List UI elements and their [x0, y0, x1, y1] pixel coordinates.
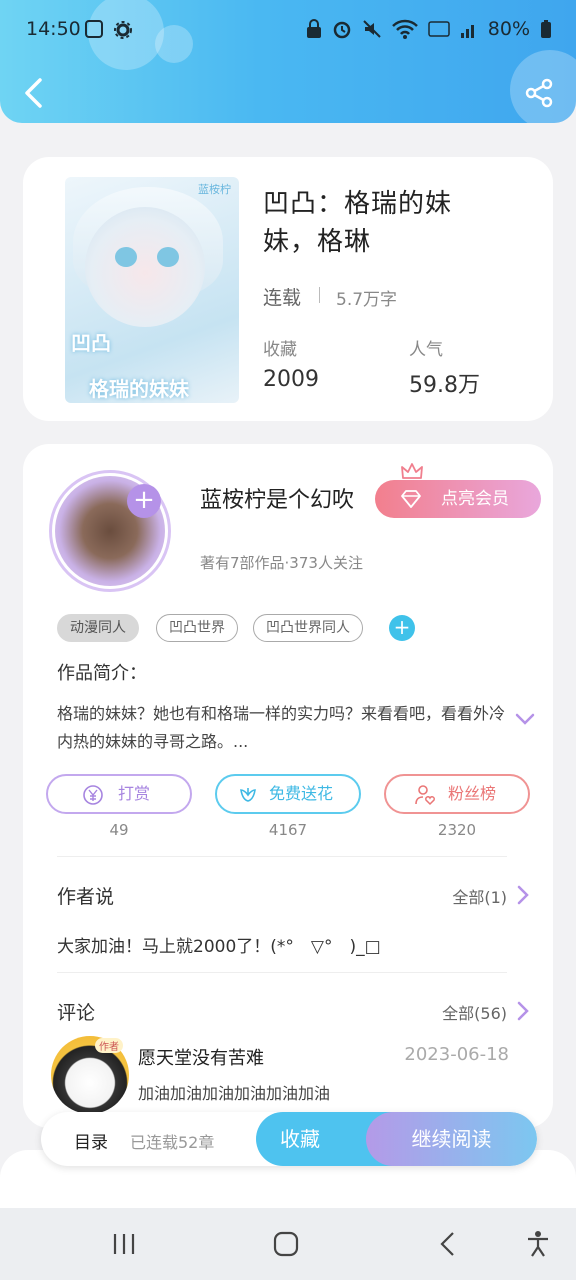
app-header: 14:50 80% [0, 0, 576, 123]
stat-label-favorites: 收藏 [263, 340, 297, 360]
mute-icon [363, 20, 381, 38]
divider [57, 972, 507, 973]
follow-button[interactable]: + [127, 484, 161, 518]
send-flower-button[interactable]: 免费送花 [215, 774, 361, 814]
chevron-down-icon[interactable] [515, 712, 535, 726]
book-title: 凹凸：格瑞的妹妹，格琳 [263, 189, 453, 257]
comments-all-link[interactable]: 全部(56) [442, 1000, 507, 1024]
book-cover[interactable]: 蓝桉柠 凹凸 格瑞的妹妹 [65, 177, 239, 403]
signal-icon [460, 25, 474, 38]
chapter-count[interactable]: 已连载52章 [130, 1129, 214, 1153]
author-says-all-link[interactable]: 全部(1) [452, 884, 507, 908]
system-nav-bar [0, 1208, 576, 1280]
tag-chip[interactable]: 凹凸世界同人 [253, 614, 363, 642]
wifi-icon [391, 19, 418, 39]
cover-eye [157, 247, 179, 267]
tip-button[interactable]: 打赏 [46, 774, 192, 814]
author-name[interactable]: 蓝桉柠是个幻吹 [200, 482, 354, 514]
author-says-text[interactable]: 大家加油！马上就2000了！(*° ▽° )_□ [57, 932, 381, 957]
alarm-icon [333, 21, 351, 39]
flower-icon [240, 788, 256, 802]
gear-icon [114, 21, 132, 39]
continue-reading-button[interactable]: 继续阅读 [366, 1112, 537, 1166]
chevron-right-icon[interactable] [517, 885, 529, 905]
status-time: 14:50 [26, 18, 81, 40]
back-button[interactable] [20, 77, 48, 109]
vip-button[interactable]: 点亮会员 [375, 480, 541, 518]
toc-button[interactable]: 目录 [74, 1128, 108, 1153]
stat-label-popularity: 人气 [409, 340, 443, 360]
fan-count: 2320 [437, 821, 477, 839]
book-status: 连载 [263, 287, 302, 309]
chevron-right-icon[interactable] [517, 1001, 529, 1021]
yen-coin-icon [83, 785, 103, 805]
book-detail-card: + 蓝桉柠是个幻吹 点亮会员 著有7部作品·373人关注 动漫同人 凹凸世界 凹… [23, 444, 553, 1128]
accessibility-icon[interactable] [524, 1230, 552, 1258]
battery-icon [541, 20, 551, 38]
stat-value-popularity: 59.8万 [409, 373, 480, 398]
diamond-icon [401, 490, 421, 508]
cover-eye [115, 247, 137, 267]
volte-icon [428, 21, 450, 37]
divider [57, 856, 507, 857]
commenter-name[interactable]: 愿天堂没有苦难 [138, 1044, 264, 1070]
author-says-title: 作者说 [57, 886, 115, 908]
user-heart-icon [415, 785, 435, 806]
bottom-action-bar: 目录 已连载52章 收藏 继续阅读 [41, 1112, 537, 1166]
crown-icon [401, 463, 423, 479]
add-tag-button[interactable]: + [389, 615, 415, 641]
back-icon[interactable] [434, 1230, 462, 1258]
home-icon[interactable] [272, 1230, 300, 1258]
flower-label: 免费送花 [269, 784, 334, 803]
battery-percent: 80% [487, 18, 530, 40]
divider [319, 287, 320, 303]
vip-label: 点亮会员 [441, 489, 509, 509]
cover-text: 格瑞的妹妹 [89, 377, 189, 401]
tip-label: 打赏 [118, 784, 151, 803]
author-meta: 著有7部作品·373人关注 [200, 554, 363, 572]
book-info-card: 蓝桉柠 凹凸 格瑞的妹妹 凹凸：格瑞的妹妹，格琳 连载 5.7万字 收藏 200… [23, 157, 553, 421]
cover-text: 凹凸 [71, 331, 111, 355]
commenter-badge: 作者 [95, 1038, 123, 1053]
comment-text[interactable]: 加油加油加油加油加油加油 [138, 1080, 330, 1104]
comments-title: 评论 [57, 1002, 96, 1024]
tip-count: 49 [109, 821, 129, 839]
share-button[interactable] [524, 78, 554, 108]
fan-ranking-label: 粉丝榜 [448, 784, 497, 803]
recents-icon[interactable] [110, 1230, 138, 1258]
voicemail-icon [85, 20, 103, 38]
status-bar: 14:50 80% [0, 0, 576, 60]
word-count: 5.7万字 [336, 290, 398, 310]
cover-face [85, 207, 205, 327]
intro-heading: 作品简介： [57, 663, 147, 684]
stat-value-favorites: 2009 [263, 367, 319, 392]
intro-text[interactable]: 格瑞的妹妹？她也有和格瑞一样的实力吗？来看看吧，看看外冷内热的妹妹的寻哥之路。.… [57, 700, 507, 756]
comment-date: 2023-06-18 [404, 1044, 509, 1065]
tag-chip[interactable]: 凹凸世界 [156, 614, 238, 642]
cover-tag: 蓝桉柠 [198, 183, 231, 196]
fan-ranking-button[interactable]: 粉丝榜 [384, 774, 530, 814]
tag-chip[interactable]: 动漫同人 [57, 614, 139, 642]
lock-icon [306, 19, 321, 38]
flower-count: 4167 [268, 821, 308, 839]
